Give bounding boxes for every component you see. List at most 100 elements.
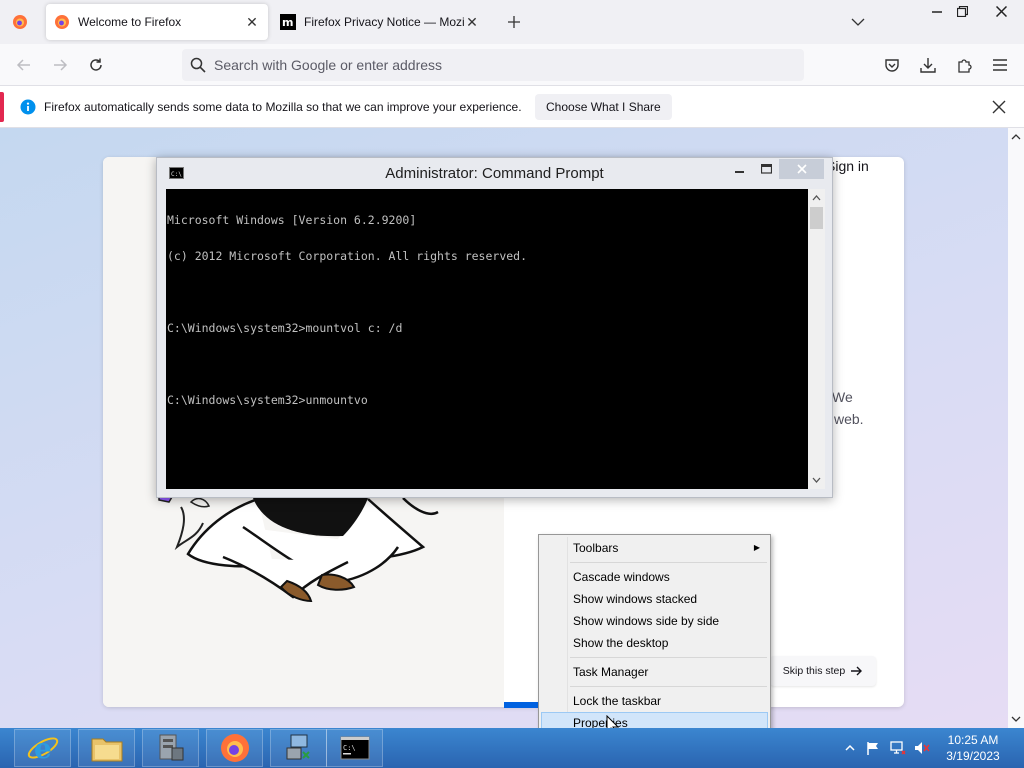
- skip-this-step-button[interactable]: Skip this step: [770, 656, 876, 686]
- navigation-toolbar: [0, 44, 1024, 86]
- taskbar: e C:\ 10:25 AM 3/19/2023: [0, 728, 1024, 768]
- menu-item-label: Cascade windows: [573, 570, 670, 584]
- svg-text:m: m: [282, 16, 293, 29]
- taskbar-clock[interactable]: 10:25 AM 3/19/2023: [938, 732, 1008, 764]
- tab-privacy-notice[interactable]: m Firefox Privacy Notice — Mozilla ✕: [272, 4, 488, 40]
- forward-button[interactable]: [47, 52, 73, 78]
- taskbar-server-manager[interactable]: [142, 729, 199, 767]
- back-button[interactable]: [11, 52, 37, 78]
- cmd-title-bar[interactable]: C:\ Administrator: Command Prompt: [157, 158, 832, 189]
- cmd-maximize-button[interactable]: [753, 160, 779, 178]
- restore-button[interactable]: [945, 0, 979, 22]
- menu-item-show-windows-side-by-side[interactable]: Show windows side by side: [541, 610, 768, 632]
- skip-label: Skip this step: [782, 665, 846, 677]
- list-all-tabs-button[interactable]: [848, 12, 868, 32]
- taskbar-firefox[interactable]: [206, 729, 263, 767]
- firefox-icon: [13, 15, 27, 29]
- minimize-icon: [932, 11, 942, 13]
- url-bar[interactable]: [182, 49, 804, 81]
- extensions-button[interactable]: [951, 52, 977, 78]
- notification-message: Firefox automatically sends some data to…: [44, 100, 522, 114]
- close-tab-icon[interactable]: ✕: [244, 14, 260, 30]
- menu-item-label: Task Manager: [573, 665, 649, 679]
- scroll-up-icon[interactable]: [808, 191, 825, 205]
- reload-button[interactable]: [83, 52, 109, 78]
- menu-item-show-the-desktop[interactable]: Show the desktop: [541, 632, 768, 654]
- close-window-button[interactable]: [984, 0, 1018, 22]
- tab-title: Welcome to Firefox: [78, 15, 182, 29]
- scrollbar-thumb[interactable]: [810, 207, 823, 229]
- page-scrollbar[interactable]: [1008, 128, 1024, 728]
- tab-welcome-to-firefox[interactable]: Welcome to Firefox ✕: [46, 4, 268, 40]
- action-center-flag-icon[interactable]: [866, 741, 880, 755]
- chevron-down-icon: [851, 18, 865, 26]
- body-text-fragment: web.: [834, 411, 864, 427]
- choose-what-i-share-button[interactable]: Choose What I Share: [535, 94, 672, 120]
- menu-item-label: Show windows stacked: [573, 592, 698, 606]
- puzzle-icon: [958, 59, 972, 73]
- notification-accent: [0, 92, 4, 122]
- scroll-down-icon[interactable]: [808, 473, 825, 487]
- svg-text:e: e: [34, 732, 52, 765]
- firefox-view-button[interactable]: [8, 10, 32, 34]
- menu-item-task-manager[interactable]: Task Manager: [541, 661, 768, 683]
- clock-date: 3/19/2023: [946, 749, 1000, 763]
- firefox-icon: [220, 734, 249, 762]
- minimize-icon: [735, 171, 744, 173]
- system-tray: [844, 728, 930, 768]
- menu-separator: [570, 562, 767, 563]
- close-icon: [995, 5, 1007, 17]
- downloads-button[interactable]: [915, 52, 941, 78]
- body-text-fragment: We: [832, 389, 853, 405]
- cmd-minimize-button[interactable]: [727, 160, 753, 178]
- network-computer-icon: [286, 734, 310, 760]
- console-line: (c) 2012 Microsoft Corporation. All righ…: [167, 249, 528, 263]
- scroll-up-icon[interactable]: [1008, 130, 1024, 144]
- pocket-button[interactable]: [879, 52, 905, 78]
- menu-item-lock-the-taskbar[interactable]: Lock the taskbar: [541, 690, 768, 712]
- arrow-left-icon: [16, 59, 30, 71]
- firefox-icon: [55, 15, 69, 29]
- menu-item-show-windows-stacked[interactable]: Show windows stacked: [541, 588, 768, 610]
- menu-item-toolbars[interactable]: Toolbars ▶: [541, 537, 768, 559]
- taskbar-context-menu: Toolbars ▶ Cascade windows Show windows …: [538, 534, 771, 736]
- arrow-right-icon: [54, 59, 68, 71]
- console-line: C:\Windows\system32>unmountvo: [167, 393, 368, 407]
- taskbar-command-prompt[interactable]: C:\: [326, 729, 383, 767]
- reload-icon: [90, 58, 102, 71]
- app-menu-button[interactable]: [987, 52, 1013, 78]
- cmd-close-button[interactable]: [779, 159, 824, 179]
- internet-explorer-icon: e: [27, 732, 58, 765]
- command-prompt-icon: C:\: [340, 736, 369, 760]
- close-tab-icon[interactable]: ✕: [464, 14, 480, 30]
- taskbar-file-explorer[interactable]: [78, 729, 135, 767]
- menu-separator: [570, 657, 767, 658]
- clock-time: 10:25 AM: [947, 733, 999, 747]
- download-icon: [920, 58, 936, 73]
- taskbar-network-config[interactable]: [270, 729, 327, 767]
- new-tab-button[interactable]: [504, 12, 524, 32]
- console-scrollbar[interactable]: [808, 189, 825, 489]
- taskbar-internet-explorer[interactable]: e: [14, 729, 71, 767]
- console-output[interactable]: Microsoft Windows [Version 6.2.9200] (c)…: [166, 189, 808, 489]
- show-hidden-icons-icon[interactable]: [844, 743, 856, 753]
- data-collection-notification: Firefox automatically sends some data to…: [0, 86, 1024, 128]
- close-icon: [796, 164, 807, 174]
- menu-item-label: Lock the taskbar: [573, 694, 662, 708]
- menu-item-label: Show the desktop: [573, 636, 669, 650]
- console-line: Microsoft Windows [Version 6.2.9200]: [167, 213, 417, 227]
- arrow-right-icon: [851, 666, 863, 676]
- menu-item-cascade-windows[interactable]: Cascade windows: [541, 566, 768, 588]
- scroll-down-icon[interactable]: [1008, 712, 1024, 726]
- folder-icon: [91, 738, 122, 762]
- close-notification-button[interactable]: [990, 98, 1008, 116]
- step-progress-indicator: [504, 702, 540, 708]
- address-input[interactable]: [214, 57, 774, 73]
- network-icon[interactable]: [890, 741, 906, 755]
- volume-muted-icon[interactable]: [914, 741, 930, 755]
- command-prompt-window[interactable]: C:\ Administrator: Command Prompt Micros…: [156, 157, 833, 498]
- maximize-icon: [760, 164, 772, 174]
- menu-item-label: Toolbars: [573, 541, 619, 555]
